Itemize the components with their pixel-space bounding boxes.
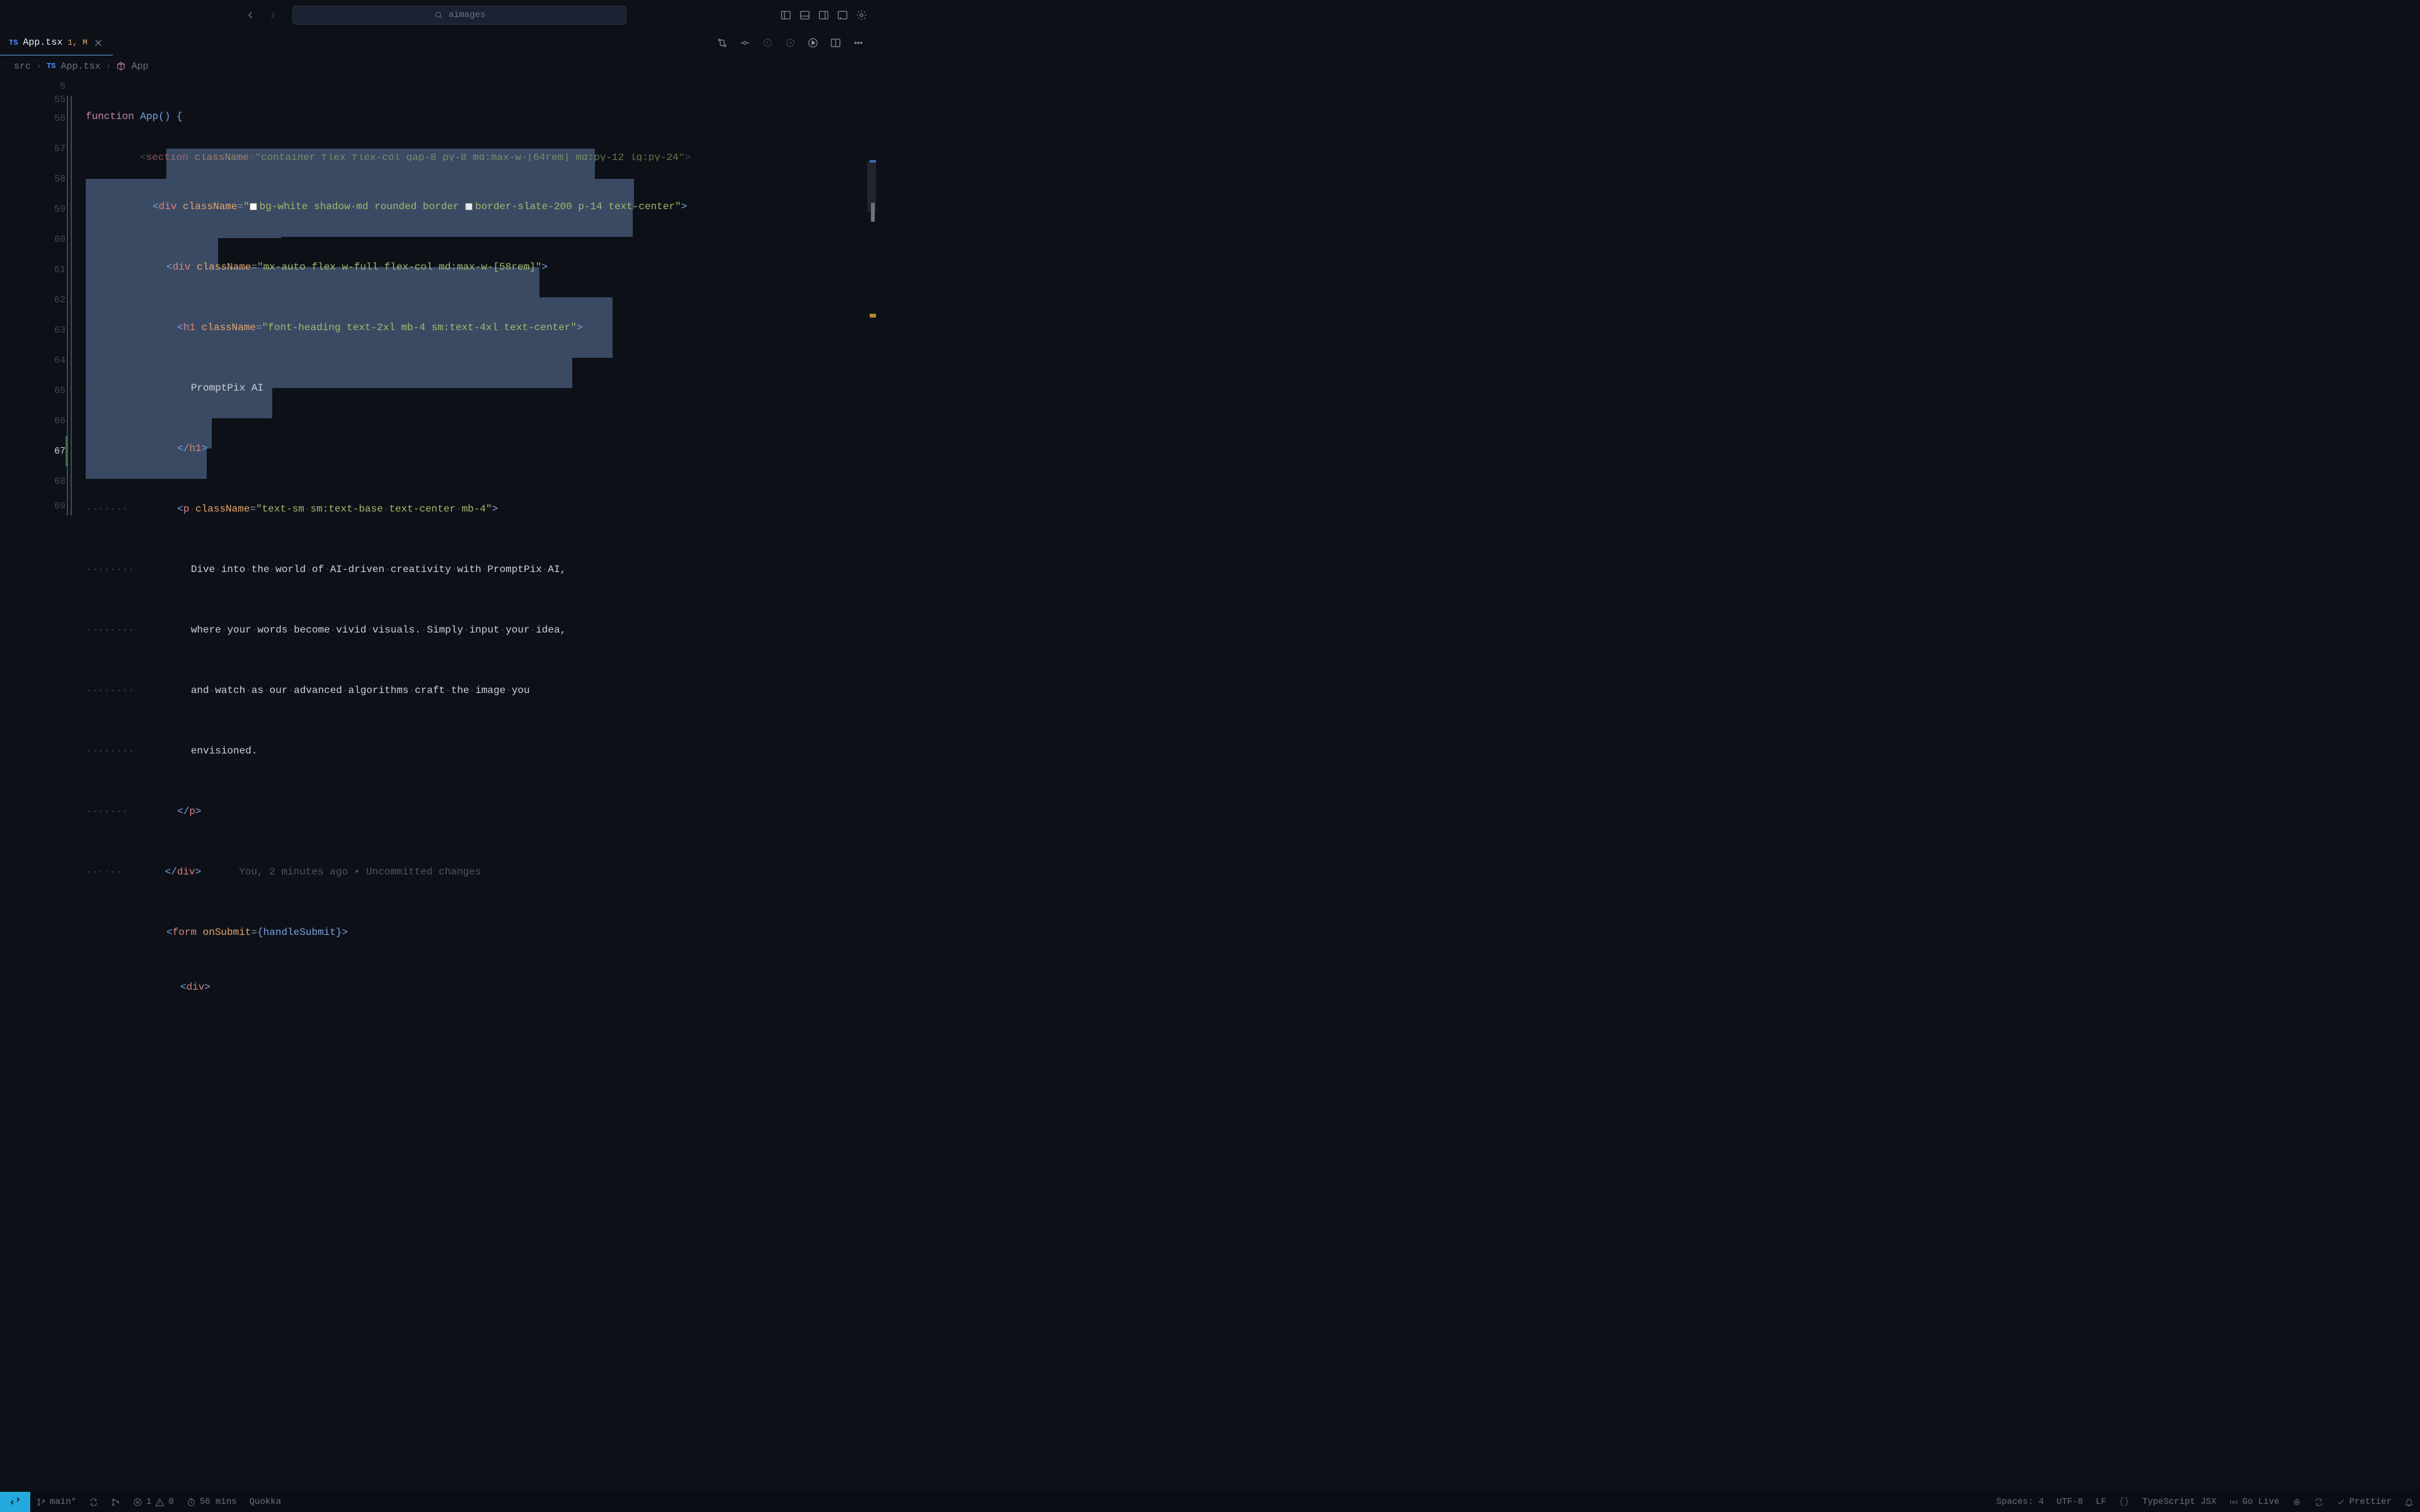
color-swatch-icon — [465, 203, 473, 210]
code-line: <div·className="mx-auto·flex·w-full·flex… — [69, 252, 865, 282]
nav-arrows — [242, 6, 281, 24]
color-swatch-icon — [250, 203, 257, 210]
layout-sidebar-left-icon[interactable] — [778, 6, 794, 24]
breadcrumb-file: App.tsx — [60, 61, 100, 72]
branch-button[interactable]: main* — [30, 1492, 83, 1512]
sync-button[interactable] — [83, 1492, 105, 1512]
breadcrumb[interactable]: src › TS App.tsx › App — [0, 55, 877, 77]
eol-button[interactable]: LF — [2089, 1497, 2112, 1507]
arrow-right-circle-icon[interactable] — [783, 34, 798, 52]
gitlens-annotation: You, 2 minutes ago • Uncommitted changes — [239, 866, 481, 878]
code-line: ·······<h1·className="font-heading·text-… — [69, 312, 865, 343]
spaces-button[interactable]: Spaces: 4 — [1990, 1497, 2051, 1507]
split-editor-icon[interactable] — [828, 34, 843, 52]
tab-close-button[interactable] — [93, 34, 104, 52]
settings-gear-icon[interactable] — [853, 6, 870, 24]
branch-name: main* — [50, 1497, 76, 1507]
go-live-button[interactable]: Go Live — [2223, 1497, 2286, 1507]
nav-back-button[interactable] — [242, 6, 260, 24]
tabs-row: TS App.tsx 1, M — [0, 30, 877, 55]
sync-spin-icon[interactable] — [2308, 1498, 2330, 1507]
time-value: 56 mins — [200, 1497, 237, 1507]
gutter: 5 55 56 57 58 59 60 61 62 63 64 65 66 67… — [0, 77, 69, 528]
code-line: ·······</p> — [69, 796, 865, 827]
tab-problems-count: 1, — [67, 38, 78, 47]
git-compare-icon[interactable] — [715, 34, 730, 52]
code-line: <section className="container flex flex-… — [69, 154, 865, 161]
lang-badge: TS — [9, 38, 18, 47]
layout-sidebar-right-icon[interactable] — [815, 6, 832, 24]
chevron-right-icon: › — [105, 61, 111, 72]
warnings-count: 0 — [168, 1497, 173, 1507]
notifications-button[interactable] — [2398, 1498, 2420, 1507]
editor-actions — [715, 30, 877, 55]
layout-panel-icon[interactable] — [797, 6, 813, 24]
code-line: <div> — [69, 978, 865, 997]
search-icon — [434, 10, 444, 20]
symbol-icon — [116, 61, 126, 71]
lang-badge: TS — [47, 62, 55, 71]
code-line: ········PromptPix·AI — [69, 373, 865, 403]
remote-button[interactable] — [0, 1492, 30, 1512]
statusbar: main* 1 0 56 mins Quokka Spaces: 4 UTF-8… — [0, 1492, 2420, 1512]
copilot-button[interactable] — [2286, 1498, 2308, 1507]
more-actions-icon[interactable] — [851, 34, 866, 52]
plus-icon: + — [55, 447, 61, 456]
breadcrumb-symbol: App — [131, 61, 148, 72]
breadcrumb-folder: src — [14, 61, 31, 72]
tab-modified-marker: M — [83, 38, 88, 47]
titlebar: aimages — [0, 0, 877, 30]
workspace-name: aimages — [449, 10, 486, 20]
titlebar-actions — [778, 6, 870, 24]
nav-forward-button[interactable] — [263, 6, 281, 24]
command-center[interactable]: aimages — [292, 6, 626, 25]
code-line: ········Dive·into·the·world·of·AI-driven… — [69, 554, 865, 585]
errors-count: 1 — [146, 1497, 151, 1507]
git-commit-icon[interactable] — [737, 34, 752, 52]
language-mode-button[interactable]: {} TypeScript JSX — [2112, 1497, 2223, 1507]
tab-filename: App.tsx — [23, 37, 62, 48]
code-line: ·······</h1> — [69, 433, 865, 464]
source-control-graph-button[interactable] — [105, 1492, 127, 1512]
encoding-button[interactable]: UTF-8 — [2050, 1497, 2089, 1507]
code-line: ········envisioned. — [69, 736, 865, 766]
code-line: ········where·your·words·become·vivid·vi… — [69, 615, 865, 645]
code-line: <div className="bg-white shadow-md round… — [69, 192, 865, 222]
arrow-left-circle-icon[interactable] — [760, 34, 775, 52]
code-line: ·······<p·className="text-sm·sm:text-bas… — [69, 494, 865, 524]
code-line: <form onSubmit={handleSubmit}> — [69, 917, 865, 948]
layout-customize-icon[interactable] — [834, 6, 851, 24]
code-line: ········and·watch·as·our·advanced·algori… — [69, 675, 865, 706]
problems-button[interactable]: 1 0 — [127, 1492, 180, 1512]
overview-ruler[interactable] — [870, 159, 876, 506]
time-tracking-button[interactable]: 56 mins — [180, 1492, 243, 1512]
tab-app-tsx[interactable]: TS App.tsx 1, M — [0, 30, 113, 55]
run-icon[interactable] — [805, 34, 821, 52]
code-content[interactable]: function App() { <section className="con… — [69, 77, 865, 528]
quokka-button[interactable]: Quokka — [243, 1492, 287, 1512]
code-editor[interactable]: 5 55 56 57 58 59 60 61 62 63 64 65 66 67… — [0, 77, 877, 528]
chevron-right-icon: › — [36, 61, 42, 72]
code-line: function App() { — [69, 107, 865, 126]
prettier-button[interactable]: Prettier — [2330, 1497, 2398, 1507]
code-line: ······</div>You, 2 minutes ago • Uncommi… — [69, 857, 865, 887]
